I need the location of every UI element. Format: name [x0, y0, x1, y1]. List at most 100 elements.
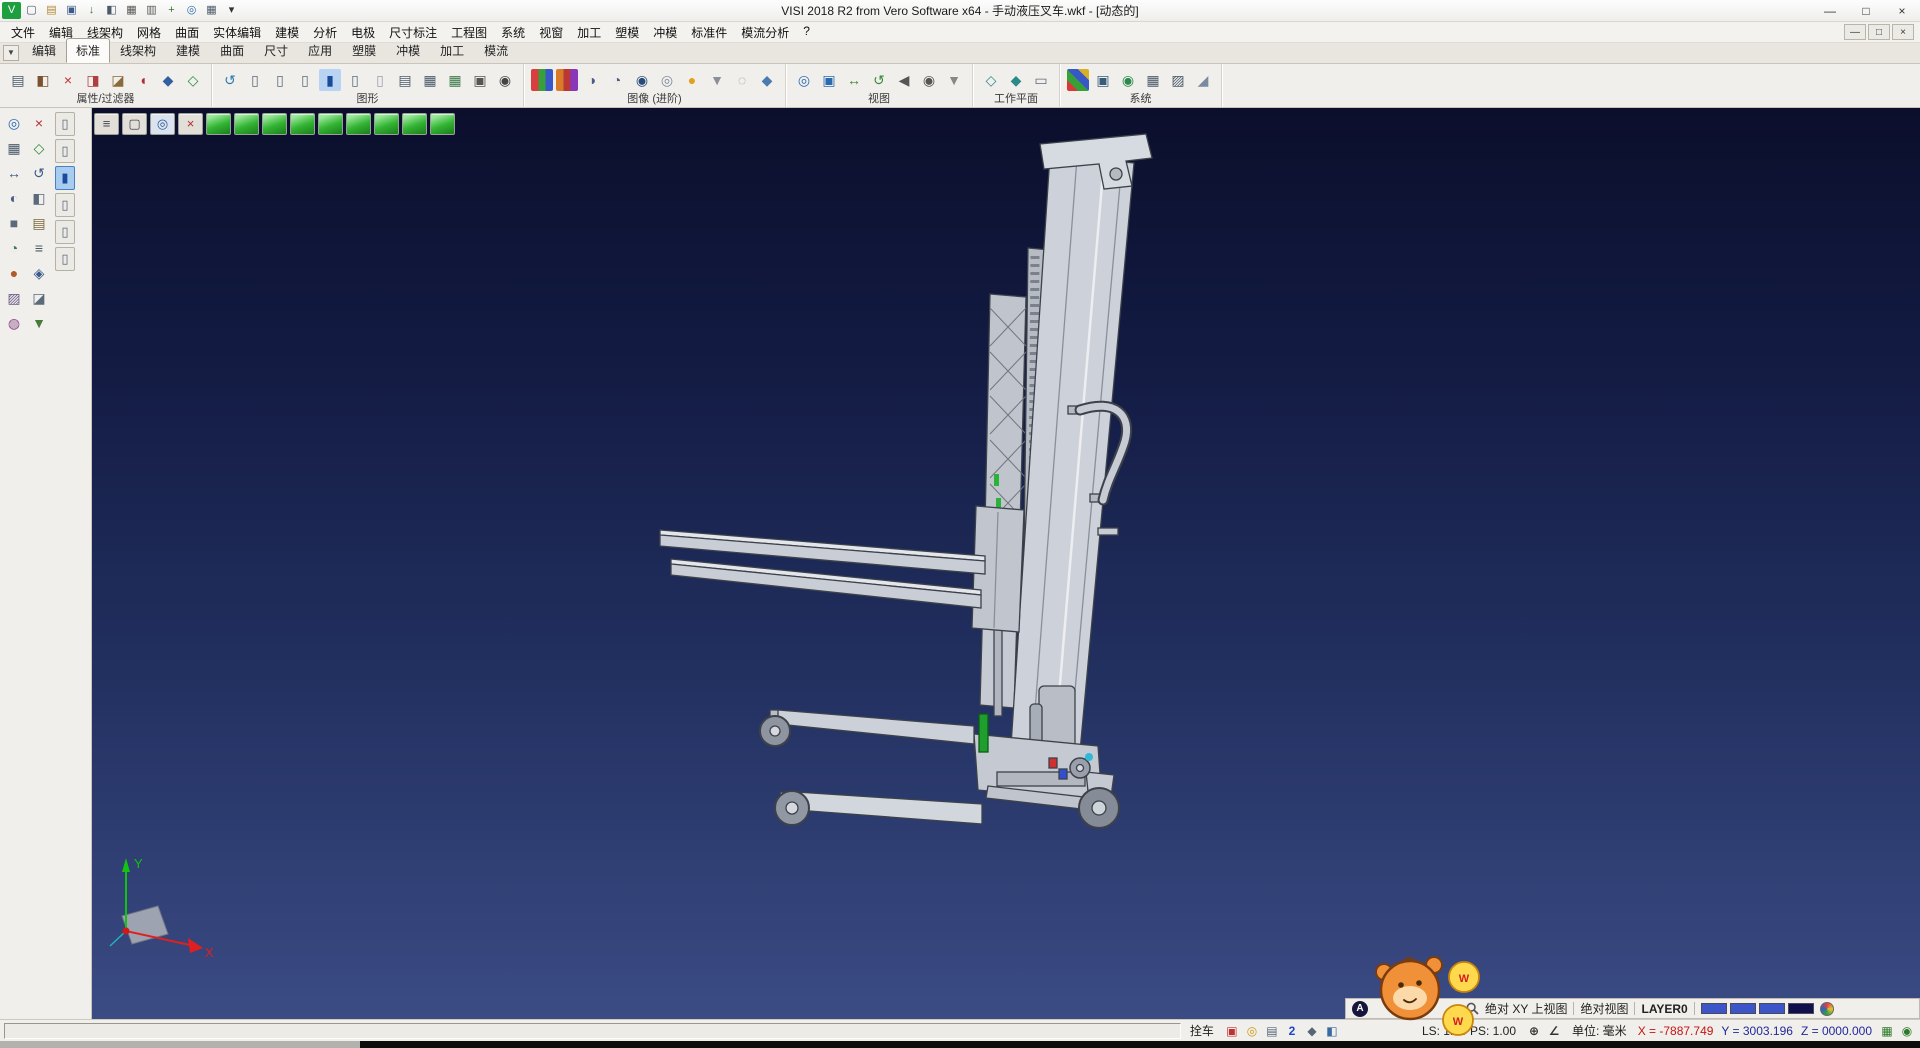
fill-tool-icon[interactable]: ▨ — [3, 287, 25, 309]
pen-green-icon[interactable]: ◇ — [182, 69, 204, 91]
hatch-icon[interactable]: ▨ — [1167, 69, 1189, 91]
bulb-icon[interactable]: ● — [681, 69, 703, 91]
eye-icon[interactable]: ◉ — [631, 69, 653, 91]
layer-current-icon[interactable]: ▮ — [319, 69, 341, 91]
attribute-brush-icon[interactable]: ◧ — [32, 69, 54, 91]
redraw-icon[interactable]: × — [178, 113, 203, 135]
monitor-icon[interactable]: ▣ — [1092, 69, 1114, 91]
back-view-icon[interactable] — [374, 113, 399, 135]
maximize-button[interactable]: □ — [1848, 0, 1884, 21]
left-view-icon[interactable] — [318, 113, 343, 135]
edit-flag-icon[interactable]: ▣ — [1223, 1023, 1241, 1039]
funnel-icon[interactable]: ▼ — [706, 69, 728, 91]
grid-icon[interactable]: ▦ — [202, 2, 221, 19]
workplane-align-icon[interactable]: ◆ — [1005, 69, 1027, 91]
shading-icon[interactable]: ◑ — [581, 69, 603, 91]
right-view-icon[interactable] — [346, 113, 371, 135]
print-flag-icon[interactable]: ▤ — [1263, 1023, 1281, 1039]
tab-overflow-button[interactable]: ▼ — [3, 45, 19, 61]
zoom-all-icon[interactable]: ◎ — [793, 69, 815, 91]
bottom-view-icon[interactable] — [290, 113, 315, 135]
dynamic-view-icon[interactable] — [430, 113, 455, 135]
notes-tool-icon[interactable]: ▤ — [28, 212, 50, 234]
view-cube-icon[interactable]: ◧ — [102, 2, 121, 19]
qat-dropdown-icon[interactable]: ▾ — [222, 2, 241, 19]
new-file-icon[interactable]: ▢ — [22, 2, 41, 19]
layer-color-swatch-4[interactable] — [1788, 1003, 1814, 1014]
layer-label[interactable]: LAYER0 — [1641, 1002, 1687, 1016]
top-view-icon[interactable] — [262, 113, 287, 135]
layer-color-swatch-2[interactable] — [1730, 1003, 1756, 1014]
clip-tool-icon[interactable]: ◪ — [28, 287, 50, 309]
tab-wireframe[interactable]: 线架构 — [110, 38, 166, 63]
menu-help[interactable]: ? — [796, 21, 817, 44]
view-previous-icon[interactable]: ◀ — [893, 69, 915, 91]
tab-dimension[interactable]: 尺寸 — [254, 38, 298, 63]
clip-section-3-icon[interactable]: ▮ — [55, 166, 75, 190]
tab-mold[interactable]: 塑膜 — [342, 38, 386, 63]
clip-section-1-icon[interactable]: ▯ — [55, 112, 75, 136]
curve-tool-icon[interactable]: ◈ — [28, 262, 50, 284]
delete-attribute-icon[interactable]: × — [57, 69, 79, 91]
tab-flow[interactable]: 模流 — [474, 38, 518, 63]
sketch-tool-icon[interactable]: ◇ — [28, 137, 50, 159]
iso-view-icon[interactable] — [206, 113, 231, 135]
snap-lock-label[interactable]: 拴车 — [1185, 1022, 1219, 1039]
preview-icon[interactable]: ◎ — [182, 2, 201, 19]
palette-tool-icon[interactable]: ◍ — [3, 312, 25, 334]
snapshot-icon[interactable]: ▣ — [469, 69, 491, 91]
viewport-3d[interactable]: ≡▢◎× — [92, 108, 1920, 1019]
layer-move-icon[interactable]: ▯ — [294, 69, 316, 91]
tab-modeling[interactable]: 建模 — [166, 38, 210, 63]
menu-window[interactable]: 视窗 — [532, 21, 570, 44]
grid-config-icon[interactable]: ▦ — [1142, 69, 1164, 91]
clip-section-4-icon[interactable]: ▯ — [55, 193, 75, 217]
print-icon[interactable]: ▦ — [122, 2, 141, 19]
crosshair-icon[interactable]: ⊕ — [1525, 1023, 1543, 1039]
color-wheel-icon[interactable] — [1820, 1002, 1834, 1016]
globe-icon[interactable]: ◉ — [1117, 69, 1139, 91]
table-icon[interactable]: ▦ — [444, 69, 466, 91]
snap-flag-icon[interactable]: ◆ — [1303, 1023, 1321, 1039]
ghost-icon[interactable]: ◌ — [731, 69, 753, 91]
mascot-widget[interactable]: W W — [1366, 948, 1490, 1040]
point-tool-icon[interactable]: ● — [3, 262, 25, 284]
material-icon[interactable]: ◆ — [756, 69, 778, 91]
forks[interactable] — [660, 506, 1024, 632]
tab-machining[interactable]: 加工 — [430, 38, 474, 63]
tab-standard[interactable]: 标准 — [66, 38, 110, 63]
color-grid-icon[interactable] — [1067, 69, 1089, 91]
shade-tool-icon[interactable]: ◐ — [3, 187, 25, 209]
slope-icon[interactable]: ◢ — [1192, 69, 1214, 91]
world-icon[interactable]: ◉ — [1898, 1023, 1916, 1039]
layers-tool-icon[interactable]: ≡ — [28, 237, 50, 259]
view-eye-icon[interactable]: ◉ — [918, 69, 940, 91]
scene-canvas[interactable]: Y X — [92, 108, 1920, 1019]
view-list-icon[interactable]: ≡ — [94, 113, 119, 135]
view-window-icon[interactable]: ▢ — [122, 113, 147, 135]
tab-die[interactable]: 冲模 — [386, 38, 430, 63]
filter-element-icon[interactable]: ◨ — [82, 69, 104, 91]
layer-list-icon[interactable]: ▯ — [244, 69, 266, 91]
mdi-minimize-button[interactable]: — — [1844, 24, 1866, 40]
solid-tool-icon[interactable]: ■ — [3, 212, 25, 234]
workplane-new-icon[interactable]: ◇ — [980, 69, 1002, 91]
layer-off-icon[interactable]: ▯ — [369, 69, 391, 91]
tab-edit[interactable]: 编辑 — [22, 38, 66, 63]
pen-blue-icon[interactable]: ◆ — [157, 69, 179, 91]
help-2-icon[interactable]: 2 — [1283, 1023, 1301, 1039]
zoom-select-icon[interactable]: ◎ — [150, 113, 175, 135]
close-button[interactable]: × — [1884, 0, 1920, 21]
view-orientation-label[interactable]: 绝对 XY 上视图 — [1485, 1000, 1567, 1017]
minimize-button[interactable]: — — [1812, 0, 1848, 21]
model-forklift[interactable] — [660, 134, 1152, 828]
refresh-icon[interactable]: ↺ — [219, 69, 241, 91]
export-tool-icon[interactable]: ▼ — [28, 312, 50, 334]
menu-standard-parts[interactable]: 标准件 — [684, 21, 734, 44]
view-save-icon[interactable]: ▼ — [943, 69, 965, 91]
pan-view-icon[interactable]: ↔ — [843, 69, 865, 91]
group-elements-icon[interactable]: ▤ — [394, 69, 416, 91]
clip-section-2-icon[interactable]: ▯ — [55, 139, 75, 163]
view-cube-flag-icon[interactable]: ◧ — [1323, 1023, 1341, 1039]
mdi-close-button[interactable]: × — [1892, 24, 1914, 40]
